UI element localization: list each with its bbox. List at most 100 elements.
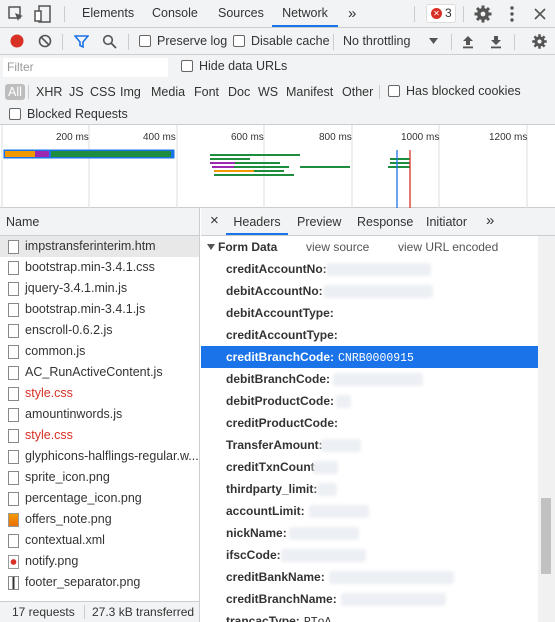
request-row[interactable]: impstransferinterim.htm: [0, 236, 199, 257]
form-data-row[interactable]: trancacType: PToA: [201, 610, 541, 622]
record-icon[interactable]: [10, 34, 24, 48]
more-detail-tabs-button[interactable]: »: [486, 208, 494, 234]
tab-network[interactable]: Network: [272, 0, 338, 27]
type-xhr[interactable]: XHR: [36, 84, 62, 100]
redacted-value: [309, 505, 369, 518]
throttling-select[interactable]: No throttling: [343, 34, 410, 48]
redacted-value: [321, 439, 361, 452]
details-scrollbar[interactable]: [538, 236, 555, 622]
request-bar-segment: [35, 151, 49, 157]
more-options-icon[interactable]: [502, 4, 522, 24]
type-img[interactable]: Img: [120, 84, 141, 100]
view-url-encoded-link[interactable]: view URL encoded: [398, 236, 498, 258]
divider: [128, 34, 129, 50]
request-name: style.css: [25, 386, 73, 400]
network-settings-gear-icon[interactable]: [531, 33, 548, 50]
tick-label: 400 ms: [143, 132, 176, 143]
type-all[interactable]: All: [5, 84, 25, 100]
import-har-icon[interactable]: [461, 34, 475, 49]
tab-headers[interactable]: Headers: [226, 208, 288, 235]
redacted-value: [317, 483, 337, 496]
filter-input[interactable]: Filter: [3, 58, 168, 77]
close-details-button[interactable]: ×: [210, 208, 219, 234]
request-row[interactable]: amountinwords.js: [0, 404, 199, 425]
preserve-log-checkbox[interactable]: [139, 35, 151, 47]
request-row[interactable]: percentage_icon.png: [0, 488, 199, 509]
disable-cache-checkbox[interactable]: [233, 35, 245, 47]
divider: [414, 6, 415, 22]
request-row[interactable]: style.css: [0, 383, 199, 404]
form-data-row[interactable]: creditTxnCount:: [201, 456, 541, 478]
type-css[interactable]: CSS: [90, 84, 116, 100]
filter-icon[interactable]: [74, 34, 89, 49]
scrollbar-thumb[interactable]: [541, 498, 551, 574]
type-js[interactable]: JS: [69, 84, 84, 100]
type-media[interactable]: Media: [151, 84, 185, 100]
request-row[interactable]: bootstrap.min-3.4.1.js: [0, 299, 199, 320]
form-data-row[interactable]: creditBranchCode: CNRB0000915: [201, 346, 541, 368]
settings-gear-icon[interactable]: [473, 4, 493, 24]
form-data-row[interactable]: debitAccountNo:: [201, 280, 541, 302]
type-other[interactable]: Other: [342, 84, 373, 100]
form-data-row[interactable]: creditAccountType:: [201, 324, 541, 346]
blocked-requests-checkbox[interactable]: [9, 108, 21, 120]
request-row[interactable]: enscroll-0.6.2.js: [0, 320, 199, 341]
close-devtools-icon[interactable]: [530, 4, 550, 24]
export-har-icon[interactable]: [489, 34, 503, 49]
document-file-icon: [8, 408, 19, 422]
form-field-key: TransferAmount:: [226, 438, 323, 452]
tab-console[interactable]: Console: [152, 0, 198, 27]
form-data-row[interactable]: debitAccountType:: [201, 302, 541, 324]
tab-sources[interactable]: Sources: [218, 0, 264, 27]
form-data-row[interactable]: creditProductCode:: [201, 412, 541, 434]
type-font[interactable]: Font: [194, 84, 219, 100]
request-row[interactable]: offers_note.png: [0, 509, 199, 530]
view-source-link[interactable]: view source: [306, 236, 369, 258]
tab-response[interactable]: Response: [357, 208, 413, 235]
has-blocked-cookies-checkbox[interactable]: [388, 85, 400, 97]
tab-elements[interactable]: Elements: [82, 0, 134, 27]
request-row[interactable]: notify.png: [0, 551, 199, 572]
search-icon[interactable]: [102, 34, 117, 49]
redacted-value: [341, 593, 446, 606]
tab-initiator[interactable]: Initiator: [426, 208, 467, 235]
error-count-badge[interactable]: ✕ 3: [426, 4, 456, 23]
request-bar: [210, 154, 300, 156]
tab-preview[interactable]: Preview: [297, 208, 341, 235]
form-data-row[interactable]: debitBranchCode:: [201, 368, 541, 390]
request-row[interactable]: contextual.xml: [0, 530, 199, 551]
form-data-row[interactable]: ifscCode:: [201, 544, 541, 566]
request-name: glyphicons-halflings-regular.w...: [25, 449, 199, 463]
inspect-element-icon[interactable]: [6, 4, 26, 24]
hide-data-urls-checkbox[interactable]: [181, 60, 193, 72]
form-data-section-header[interactable]: Form Data view source view URL encoded: [201, 236, 541, 258]
form-data-row[interactable]: debitProductCode:: [201, 390, 541, 412]
status-bar: 17 requests 27.3 kB transferred: [0, 601, 199, 622]
request-row[interactable]: bootstrap.min-3.4.1.css: [0, 257, 199, 278]
form-data-row[interactable]: creditAccountNo:: [201, 258, 541, 280]
type-ws[interactable]: WS: [258, 84, 278, 100]
redacted-value: [313, 461, 338, 474]
form-field-key: nickName:: [226, 526, 287, 540]
form-data-row[interactable]: TransferAmount:: [201, 434, 541, 456]
request-row[interactable]: footer_separator.png: [0, 572, 199, 593]
type-manifest[interactable]: Manifest: [286, 84, 333, 100]
name-column-header[interactable]: Name: [0, 208, 199, 236]
type-doc[interactable]: Doc: [228, 84, 250, 100]
request-row[interactable]: sprite_icon.png: [0, 467, 199, 488]
request-row[interactable]: common.js: [0, 341, 199, 362]
request-row[interactable]: style.css: [0, 425, 199, 446]
form-data-row[interactable]: nickName:: [201, 522, 541, 544]
network-overview-timeline[interactable]: 200 ms 400 ms 600 ms 800 ms 1000 ms 1200…: [0, 125, 555, 208]
request-row[interactable]: AC_RunActiveContent.js: [0, 362, 199, 383]
form-data-row[interactable]: accountLimit:: [201, 500, 541, 522]
request-row[interactable]: glyphicons-halflings-regular.w...: [0, 446, 199, 467]
form-data-row[interactable]: creditBranchName:: [201, 588, 541, 610]
form-data-row[interactable]: thirdparty_limit:: [201, 478, 541, 500]
form-field-key: creditBranchName:: [226, 592, 337, 606]
request-row[interactable]: jquery-3.4.1.min.js: [0, 278, 199, 299]
clear-icon[interactable]: [38, 34, 52, 48]
more-tabs-button[interactable]: »: [348, 0, 356, 27]
form-data-row[interactable]: creditBankName:: [201, 566, 541, 588]
device-toolbar-icon[interactable]: [33, 4, 53, 24]
